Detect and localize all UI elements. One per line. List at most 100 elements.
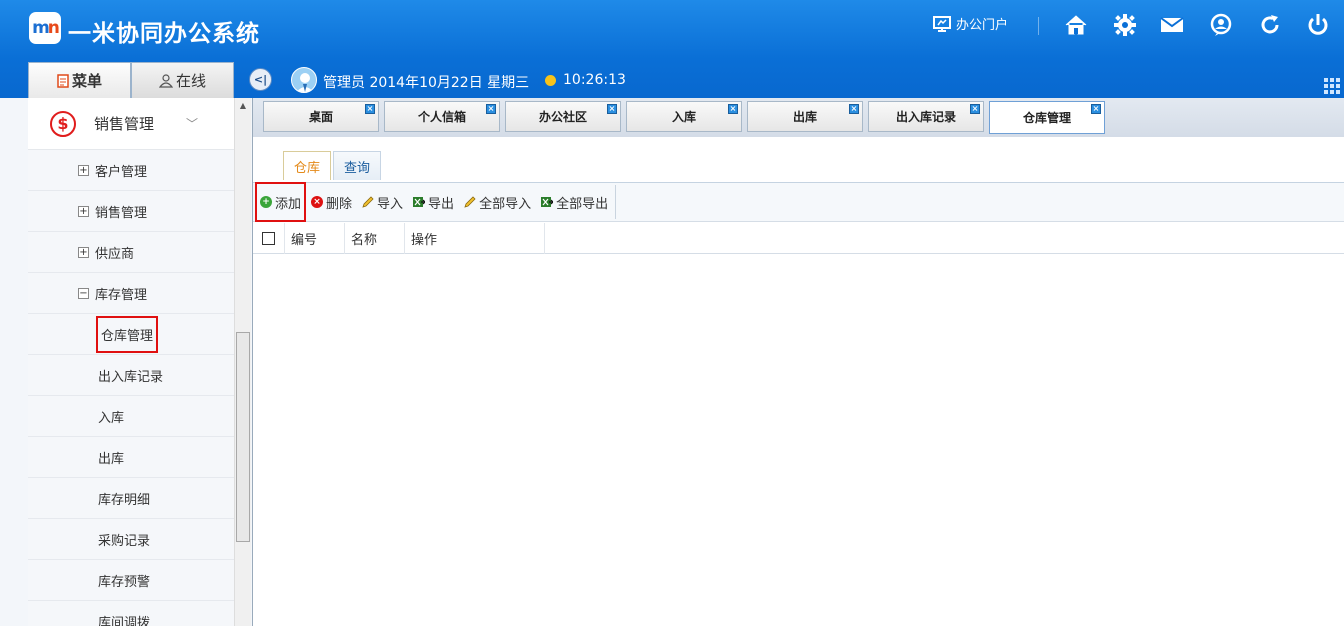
sidebar-item-label: 库存明细 xyxy=(98,492,151,508)
table-header: 编号 名称 操作 xyxy=(253,223,1344,254)
sidebar-item-stock-detail[interactable]: 库存明细 xyxy=(28,478,234,519)
import-all-label: 全部导入 xyxy=(479,196,532,212)
chevron-down-icon: ﹀ xyxy=(186,117,199,131)
excel-export-icon xyxy=(413,197,426,207)
tab-online[interactable]: 在线 xyxy=(131,62,234,98)
refresh-icon[interactable] xyxy=(1258,13,1282,37)
tab-stock-in[interactable]: 入库 × xyxy=(626,101,742,132)
close-icon[interactable]: × xyxy=(365,104,375,114)
sidebar-item-label: 出库 xyxy=(98,451,125,467)
tab-stock-out[interactable]: 出库 × xyxy=(747,101,863,132)
collapse-sidebar-button[interactable]: <| xyxy=(249,68,272,91)
sidebar-item-label: 供应商 xyxy=(95,246,135,262)
tab-personal-mailbox[interactable]: 个人信箱 × xyxy=(384,101,500,132)
tab-label: 仓库管理 xyxy=(1022,111,1071,125)
export-all-button[interactable]: 全部导出 xyxy=(538,187,611,217)
close-icon[interactable]: × xyxy=(1091,104,1101,114)
collapse-icon[interactable]: − xyxy=(78,287,89,299)
sidebar-group-label: 销售管理 xyxy=(94,115,155,133)
pencil-icon xyxy=(464,196,476,208)
tab-desktop[interactable]: 桌面 × xyxy=(263,101,379,132)
sidebar-item-label: 采购记录 xyxy=(98,533,151,549)
sidebar-item-warehouse[interactable]: 仓库管理 xyxy=(28,314,234,355)
tab-label: 出库 xyxy=(792,110,817,124)
close-icon[interactable]: × xyxy=(728,104,738,114)
expand-icon[interactable]: + xyxy=(78,164,89,176)
close-icon[interactable]: × xyxy=(486,104,496,114)
tab-menu-label: 菜单 xyxy=(71,72,102,90)
sidebar-item-inventory[interactable]: − 库存管理 xyxy=(28,273,234,314)
power-icon[interactable] xyxy=(1306,13,1330,37)
sidebar-item-label: 销售管理 xyxy=(95,205,148,221)
expand-icon[interactable]: + xyxy=(78,246,89,258)
user-info: 管理员 2014年10月22日 星期三 xyxy=(323,75,530,91)
close-icon[interactable]: × xyxy=(849,104,859,114)
import-label: 导入 xyxy=(377,196,404,212)
sidebar-item-label: 出入库记录 xyxy=(98,369,164,385)
sidebar-item-transfer[interactable]: 库间调拨 xyxy=(28,601,234,626)
add-label: 添加 xyxy=(275,196,302,212)
delete-button[interactable]: × 删除 xyxy=(308,187,355,217)
office-portal-link[interactable]: 办公门户 xyxy=(933,14,1008,33)
sidebar-item-stock-records[interactable]: 出入库记录 xyxy=(28,355,234,396)
tab-menu[interactable]: 菜单 xyxy=(28,62,131,98)
sidebar-item-stock-out[interactable]: 出库 xyxy=(28,437,234,478)
tab-label: 个人信箱 xyxy=(417,110,466,124)
sidebar-item-supplier[interactable]: + 供应商 xyxy=(28,232,234,273)
subtab-warehouse[interactable]: 仓库 xyxy=(283,151,332,180)
excel-export-icon xyxy=(541,197,554,207)
import-button[interactable]: 导入 xyxy=(359,187,406,217)
tab-label: 出入库记录 xyxy=(895,110,956,124)
column-header-actions: 操作 xyxy=(405,223,545,254)
gear-icon[interactable] xyxy=(1113,13,1137,37)
tab-community[interactable]: 办公社区 × xyxy=(505,101,621,132)
tab-warehouse[interactable]: 仓库管理 × xyxy=(989,101,1105,134)
sidebar-item-stock-alert[interactable]: 库存预警 xyxy=(28,560,234,601)
tab-label: 入库 xyxy=(671,110,696,124)
app-header: mn 一米协同办公系统 办公门户 菜单 在线 <| 管理员 2014年10月22… xyxy=(0,0,1344,98)
home-icon[interactable] xyxy=(1064,13,1088,37)
delete-label: 删除 xyxy=(326,196,353,212)
sidebar-item-label: 库间调拨 xyxy=(98,615,151,626)
sidebar-item-label: 客户管理 xyxy=(95,164,148,180)
select-all-checkbox[interactable] xyxy=(262,232,275,245)
monitor-icon xyxy=(933,15,951,32)
user-status-icon[interactable] xyxy=(1209,13,1233,37)
toolbar-divider xyxy=(615,185,617,219)
document-icon xyxy=(57,73,69,88)
avatar xyxy=(291,67,317,93)
mail-icon[interactable] xyxy=(1160,13,1184,37)
expand-icon[interactable]: + xyxy=(78,205,89,217)
sidebar-scrollbar[interactable]: ▲ xyxy=(234,98,251,626)
left-panel-tabs: 菜单 在线 xyxy=(28,62,234,98)
main-tabbar: 桌面 × 个人信箱 × 办公社区 × 入库 × 出库 × 出入库记录 × 仓库管… xyxy=(253,98,1344,137)
grid-icon[interactable] xyxy=(1324,78,1344,98)
tab-label: 办公社区 xyxy=(538,110,587,124)
sidebar-item-stock-in[interactable]: 入库 xyxy=(28,396,234,437)
user-avatar-icon xyxy=(296,73,314,92)
sidebar-item-purchase-records[interactable]: 采购记录 xyxy=(28,519,234,560)
export-button[interactable]: 导出 xyxy=(410,187,457,217)
sidebar-group-sales[interactable]: $ 销售管理 ﹀ xyxy=(28,98,234,150)
close-icon[interactable]: × xyxy=(970,104,980,114)
tab-online-label: 在线 xyxy=(175,72,206,90)
delete-icon: × xyxy=(311,196,324,208)
sidebar-item-label: 库存管理 xyxy=(95,287,148,303)
sidebar-item-sales[interactable]: + 销售管理 xyxy=(28,191,234,232)
scrollbar-thumb[interactable] xyxy=(236,332,250,542)
column-header-id[interactable]: 编号 xyxy=(285,223,345,254)
add-button[interactable]: + 添加 xyxy=(254,182,307,222)
tab-stock-records[interactable]: 出入库记录 × xyxy=(868,101,984,132)
scroll-up-icon[interactable]: ▲ xyxy=(235,98,251,114)
import-all-button[interactable]: 全部导入 xyxy=(461,187,534,217)
column-header-name[interactable]: 名称 xyxy=(345,223,405,254)
sidebar-item-label: 库存预警 xyxy=(98,574,151,590)
pencil-icon xyxy=(362,196,374,208)
current-time: 10:26:13 xyxy=(563,72,626,88)
sidebar-item-label: 仓库管理 xyxy=(95,315,159,353)
close-icon[interactable]: × xyxy=(607,104,617,114)
add-icon: + xyxy=(260,196,272,208)
dollar-icon: $ xyxy=(50,110,76,137)
subtab-query[interactable]: 查询 xyxy=(333,151,382,180)
sidebar-item-customer[interactable]: + 客户管理 xyxy=(28,150,234,191)
